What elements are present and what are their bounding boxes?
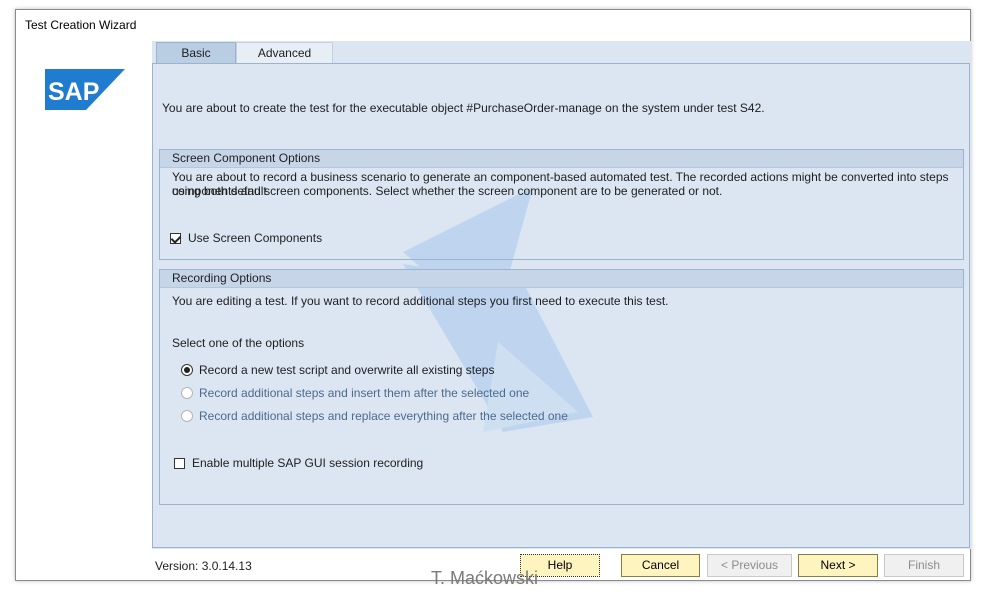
radio-insert-after-label: Record additional steps and insert them …	[199, 386, 530, 400]
recording-options-group: Recording Options You are editing a test…	[159, 269, 964, 505]
recording-description: You are editing a test. If you want to r…	[172, 294, 669, 308]
finish-button[interactable]: Finish	[884, 554, 964, 577]
sap-logo: SAP	[45, 69, 125, 110]
sap-logo-text: SAP	[48, 78, 99, 106]
multi-session-checkbox[interactable]: Enable multiple SAP GUI session recordin…	[174, 456, 423, 470]
checkbox-unchecked-icon[interactable]	[174, 457, 185, 469]
author-watermark: T. Maćkowski	[431, 568, 539, 588]
radio-record-new-label: Record a new test script and overwrite a…	[199, 363, 495, 377]
use-screen-components-checkbox[interactable]: Use Screen Components	[170, 231, 322, 245]
next-button[interactable]: Next >	[798, 554, 878, 577]
screen-component-description-2: components and screen components. Select…	[172, 184, 723, 198]
intro-text: You are about to create the test for the…	[162, 101, 765, 115]
radio-unselected-icon[interactable]	[181, 410, 193, 422]
radio-replace-after[interactable]: Record additional steps and replace ever…	[181, 409, 568, 423]
window-title: Test Creation Wizard	[25, 18, 137, 32]
version-label: Version: 3.0.14.13	[155, 559, 252, 573]
multi-session-label: Enable multiple SAP GUI session recordin…	[192, 456, 424, 470]
checkbox-checked-icon[interactable]	[170, 232, 181, 244]
radio-insert-after[interactable]: Record additional steps and insert them …	[181, 386, 529, 400]
tab-panel-basic: You are about to create the test for the…	[152, 63, 970, 548]
cancel-button[interactable]: Cancel	[621, 554, 700, 577]
radio-record-new[interactable]: Record a new test script and overwrite a…	[181, 363, 494, 377]
screen-component-group: Screen Component Options You are about t…	[159, 149, 964, 260]
tab-basic[interactable]: Basic	[156, 42, 236, 63]
screen-component-header: Screen Component Options	[160, 150, 963, 168]
radio-unselected-icon[interactable]	[181, 387, 193, 399]
tab-advanced[interactable]: Advanced	[236, 42, 333, 63]
wizard-window: Test Creation Wizard SAP Basic Advanced …	[15, 9, 971, 581]
content-area: Basic Advanced You are about to create t…	[152, 41, 971, 549]
use-screen-components-label: Use Screen Components	[188, 231, 323, 245]
radio-selected-icon[interactable]	[181, 364, 193, 376]
recording-options-header: Recording Options	[160, 270, 963, 288]
previous-button[interactable]: < Previous	[707, 554, 792, 577]
radio-replace-after-label: Record additional steps and replace ever…	[199, 409, 568, 423]
select-option-label: Select one of the options	[172, 336, 305, 350]
